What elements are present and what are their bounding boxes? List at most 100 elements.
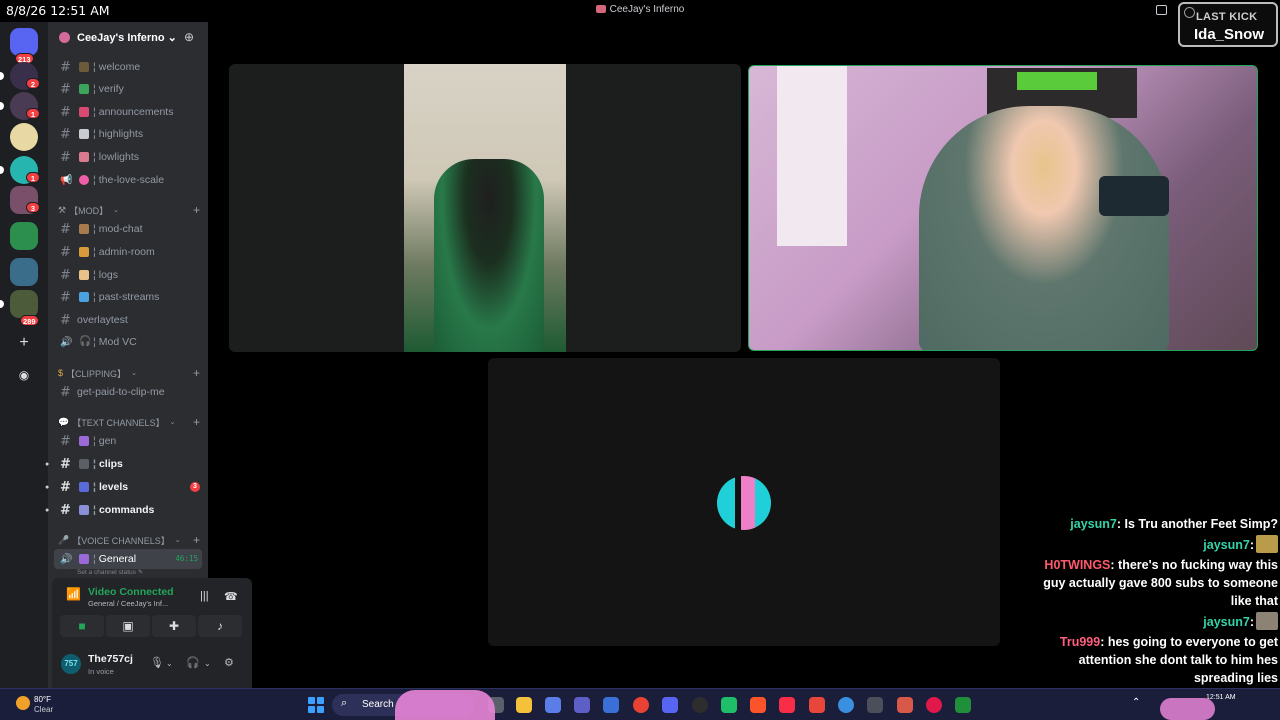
home-button[interactable] (10, 28, 38, 56)
channel-clips[interactable]: ● # ¦ clips (45, 454, 202, 474)
chevron-down-icon: ⌄ (169, 419, 176, 426)
server-header[interactable]: CeeJay's Inferno ⌄ ⊕ (48, 22, 208, 54)
app-icon[interactable] (721, 697, 737, 713)
video-tile-avatar[interactable] (488, 358, 1000, 646)
discord-icon[interactable] (662, 697, 678, 713)
screen-share-button[interactable]: ▣ (106, 615, 150, 637)
create-channel-icon[interactable]: + (193, 203, 200, 217)
channel-levels[interactable]: ● # ¦ levels 3 (45, 477, 202, 497)
video-tile-participant[interactable] (229, 64, 741, 352)
category-mod[interactable]: ⚒ 【MOD】 ⌄ + (58, 202, 200, 218)
chevron-down-icon[interactable]: ⌄ (166, 659, 173, 668)
chevron-down-icon: ⌄ (113, 207, 119, 214)
speaker-icon: 🔊 (60, 336, 73, 348)
video-tile-streamer[interactable] (748, 65, 1258, 351)
weather-condition[interactable]: Clear (34, 705, 53, 714)
channel-logs[interactable]: # ¦ logs (54, 265, 202, 285)
pencil-icon: ✎ (137, 569, 144, 576)
streamer-figure (919, 106, 1169, 350)
app-icon[interactable] (867, 697, 883, 713)
microphone-icon[interactable]: 🎙 (150, 656, 164, 669)
camera-button[interactable]: ■ (60, 615, 104, 637)
voice-channel-general[interactable]: 🔊 ¦ General 46:15 (54, 549, 202, 569)
create-channel-icon[interactable]: + (193, 415, 200, 429)
activities-button[interactable]: ✚ (152, 615, 196, 637)
app-icon[interactable] (897, 697, 913, 713)
channel-welcome[interactable]: # ¦ welcome (54, 57, 202, 77)
teams-icon[interactable] (574, 697, 590, 713)
channel-status-prompt[interactable]: Set a channel status ✎ (77, 568, 143, 576)
signal-icon[interactable]: 📶 (66, 587, 81, 601)
search-label: Search (362, 699, 394, 710)
create-channel-icon[interactable]: + (193, 366, 200, 380)
user-panel: 757 The757cj In voice 🎙 ⌄ 🎧 ⌄ ⚙ (52, 650, 252, 684)
participant-avatar (717, 476, 771, 530)
help-icon[interactable] (838, 697, 854, 713)
server-icon[interactable] (10, 123, 38, 151)
participant-camera-feed (404, 64, 566, 352)
noise-suppression-icon[interactable]: ||| (200, 590, 209, 602)
channel-gen[interactable]: # ¦ gen (54, 431, 202, 451)
music-icon[interactable] (779, 697, 795, 713)
server-folder[interactable] (10, 290, 38, 318)
weather-icon[interactable] (16, 696, 30, 710)
hash-icon: # (60, 81, 71, 97)
server-badge: 2 (26, 78, 40, 89)
channel-overlaytest[interactable]: # overlaytest (54, 310, 202, 330)
headphones-icon[interactable]: 🎧 (186, 656, 200, 669)
hammer-icon (79, 224, 89, 234)
category-text-channels[interactable]: 💬 【TEXT CHANNELS】 ⌄ + (58, 414, 200, 430)
channel-highlights[interactable]: # ¦ highlights (54, 124, 202, 144)
invite-people-icon[interactable]: ⊕ (184, 30, 194, 44)
heart-icon (79, 175, 89, 185)
category-voice-channels[interactable]: 🎤 【VOICE CHANNELS】 ⌄ + (58, 532, 200, 548)
channel-announcements[interactable]: # ¦ announcements (54, 102, 202, 122)
xbox-icon[interactable] (955, 697, 971, 713)
hash-icon: # (60, 502, 71, 518)
channel-verify[interactable]: # ¦ verify (54, 79, 202, 99)
app-icon[interactable] (926, 697, 942, 713)
gear-icon[interactable]: ⚙ (224, 656, 234, 669)
app-icon[interactable] (809, 697, 825, 713)
chrome-icon[interactable] (633, 697, 649, 713)
soundboard-button[interactable]: ♪ (198, 615, 242, 637)
disconnect-icon[interactable]: ☎ (224, 590, 238, 603)
channel-mod-chat[interactable]: # ¦ mod-chat (54, 219, 202, 239)
windows-start-icon[interactable] (308, 697, 324, 713)
chat-icon (79, 554, 89, 564)
microphone-icon: 🎤 (58, 534, 70, 545)
username[interactable]: The757cj (88, 653, 133, 665)
channel-mod-vc[interactable]: 🔊 🎧 ¦ Mod VC (54, 332, 202, 352)
server-badge: 1 (26, 172, 40, 183)
obs-icon[interactable] (692, 697, 708, 713)
category-clipping[interactable]: $ 【CLIPPING】 ⌄ + (58, 365, 200, 381)
channel-commands[interactable]: ● # ¦ commands (45, 500, 202, 520)
hash-icon: # (60, 384, 71, 400)
chevron-down-icon[interactable]: ⌄ (204, 659, 211, 668)
file-explorer-icon[interactable] (516, 697, 532, 713)
voice-location[interactable]: General / CeeJay's Inf... (88, 599, 168, 608)
hash-icon: # (60, 456, 71, 472)
unread-pill (0, 300, 4, 308)
add-server-icon[interactable]: + (14, 334, 34, 354)
chevron-down-icon: ⌄ (174, 537, 181, 544)
server-folder[interactable] (10, 222, 38, 250)
user-avatar[interactable]: 757 (61, 654, 81, 674)
headphones-icon: 🎧 (79, 336, 92, 347)
channel-the-love-scale[interactable]: 📢 ¦ the-love-scale (54, 170, 202, 190)
channel-lowlights[interactable]: # ¦ lowlights (54, 147, 202, 167)
server-folder[interactable] (10, 258, 38, 286)
channel-get-paid-to-clip-me[interactable]: # get-paid-to-clip-me (54, 382, 202, 402)
copilot-icon[interactable] (545, 697, 561, 713)
weather-temperature[interactable]: 80°F (34, 695, 51, 704)
tray-chevron-icon[interactable]: ⌃ (1132, 697, 1140, 708)
channel-past-streams[interactable]: # ¦ past-streams (54, 287, 202, 307)
chevron-down-icon: ⌄ (131, 370, 137, 377)
create-channel-icon[interactable]: + (193, 533, 200, 547)
brave-icon[interactable] (750, 697, 766, 713)
channel-admin-room[interactable]: # ¦ admin-room (54, 242, 202, 262)
store-icon[interactable] (603, 697, 619, 713)
explore-icon[interactable]: ◉ (14, 366, 34, 386)
inbox-icon[interactable] (1156, 5, 1167, 15)
search-icon: ⌕ (341, 697, 348, 709)
